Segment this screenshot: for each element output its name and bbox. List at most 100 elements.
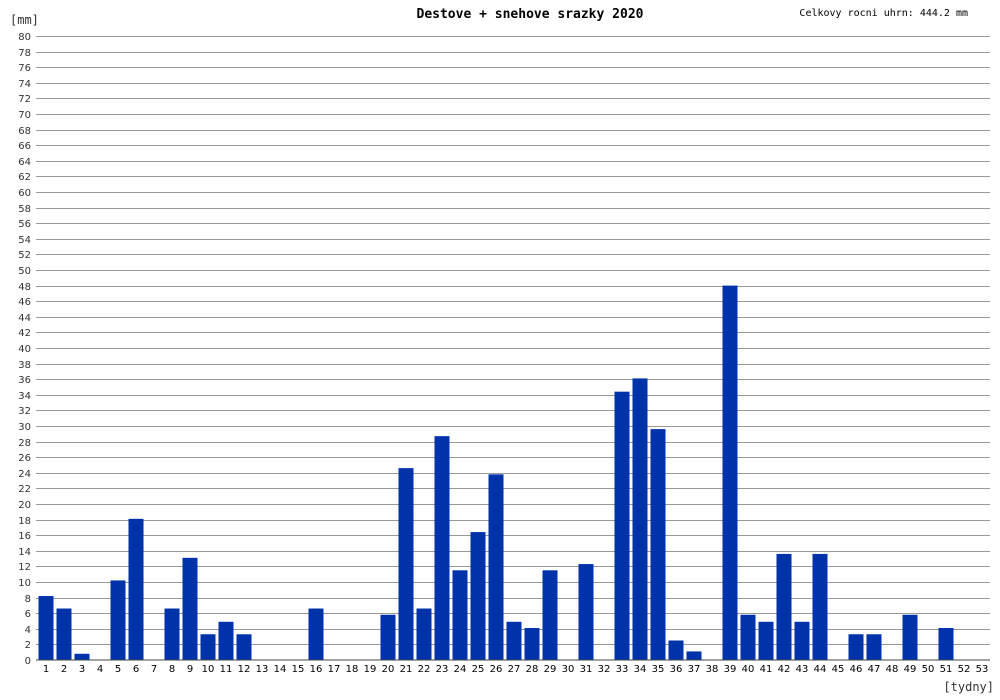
x-tick-label: 3 (79, 664, 85, 675)
x-tick-label: 15 (292, 664, 305, 675)
y-tick-label: 2 (25, 640, 31, 651)
bar-week-51 (938, 628, 954, 660)
x-tick-label: 33 (616, 664, 629, 675)
bar-week-8 (164, 608, 180, 660)
x-tick-label: 22 (418, 664, 431, 675)
y-tick-label: 22 (18, 484, 31, 495)
bar-week-35 (650, 429, 666, 660)
x-tick-label: 21 (400, 664, 413, 675)
x-tick-label: 12 (238, 664, 251, 675)
y-tick-labels: 0246810121416182022242628303234363840424… (18, 32, 31, 667)
x-tick-label: 29 (544, 664, 557, 675)
y-tick-label: 54 (18, 235, 31, 246)
bar-week-29 (542, 570, 558, 660)
precipitation-chart: 0246810121416182022242628303234363840424… (0, 0, 1000, 700)
x-tick-label: 38 (706, 664, 719, 675)
y-tick-label: 30 (18, 422, 31, 433)
x-tick-label: 4 (97, 664, 103, 675)
bar-week-44 (812, 553, 828, 660)
bar-week-43 (794, 621, 810, 660)
x-tick-label: 13 (256, 664, 269, 675)
y-tick-label: 46 (18, 297, 31, 308)
bar-week-39 (722, 285, 738, 660)
x-tick-label: 17 (328, 664, 341, 675)
bar-week-24 (452, 570, 468, 660)
y-axis-label: [mm] (10, 13, 39, 27)
x-tick-label: 31 (580, 664, 593, 675)
x-tick-label: 34 (634, 664, 647, 675)
bar-week-23 (434, 436, 450, 660)
x-tick-label: 5 (115, 664, 121, 675)
bar-week-1 (38, 596, 54, 660)
bar-week-46 (848, 634, 864, 660)
x-tick-label: 27 (508, 664, 521, 675)
y-tick-label: 62 (18, 172, 31, 183)
bar-week-33 (614, 391, 630, 660)
x-tick-label: 18 (346, 664, 359, 675)
bar-week-22 (416, 608, 432, 660)
y-tick-label: 48 (18, 282, 31, 293)
y-tick-label: 18 (18, 516, 31, 527)
y-tick-label: 50 (18, 266, 31, 277)
bar-week-26 (488, 474, 504, 660)
y-tick-label: 36 (18, 375, 31, 386)
x-tick-label: 40 (742, 664, 755, 675)
x-tick-label: 7 (151, 664, 157, 675)
y-tick-label: 72 (18, 94, 31, 105)
bar-week-12 (236, 634, 252, 660)
y-tick-label: 14 (18, 547, 31, 558)
x-tick-label: 47 (868, 664, 881, 675)
y-tick-label: 68 (18, 126, 31, 137)
y-tick-label: 26 (18, 453, 31, 464)
x-tick-label: 30 (562, 664, 575, 675)
y-tick-label: 40 (18, 344, 31, 355)
y-tick-label: 6 (25, 609, 31, 620)
y-tick-label: 42 (18, 328, 31, 339)
y-tick-label: 64 (18, 157, 31, 168)
y-tick-label: 10 (18, 578, 31, 589)
y-tick-label: 56 (18, 219, 31, 230)
bar-week-16 (308, 608, 324, 660)
bar-week-40 (740, 614, 756, 660)
bar-week-37 (686, 651, 702, 660)
bar-week-31 (578, 564, 594, 660)
y-tick-label: 24 (18, 469, 31, 480)
y-tick-label: 80 (18, 32, 31, 43)
bar-week-5 (110, 580, 126, 660)
y-tick-label: 52 (18, 250, 31, 261)
bar-week-11 (218, 621, 234, 660)
y-tick-label: 8 (25, 594, 31, 605)
x-tick-label: 45 (832, 664, 845, 675)
bar-week-21 (398, 468, 414, 660)
total-annotation: Celkovy rocni uhrn: 444.2 mm (799, 8, 968, 19)
y-tick-label: 0 (25, 656, 31, 667)
x-tick-label: 26 (490, 664, 503, 675)
bar-week-2 (56, 608, 72, 660)
bar-week-6 (128, 518, 144, 660)
x-tick-label: 6 (133, 664, 139, 675)
y-tick-label: 58 (18, 204, 31, 215)
x-tick-label: 44 (814, 664, 827, 675)
x-tick-label: 28 (526, 664, 539, 675)
x-tick-label: 14 (274, 664, 287, 675)
bar-week-25 (470, 532, 486, 660)
bar-week-47 (866, 634, 882, 660)
bar-week-3 (74, 653, 90, 660)
bar-week-36 (668, 640, 684, 660)
x-tick-label: 39 (724, 664, 737, 675)
x-tick-label: 52 (958, 664, 971, 675)
x-tick-label: 1 (43, 664, 49, 675)
x-tick-label: 16 (310, 664, 323, 675)
y-tick-label: 70 (18, 110, 31, 121)
bar-week-49 (902, 614, 918, 660)
y-tick-label: 32 (18, 406, 31, 417)
x-tick-label: 8 (169, 664, 175, 675)
bar-week-20 (380, 614, 396, 660)
x-tick-label: 53 (976, 664, 989, 675)
x-tick-label: 35 (652, 664, 665, 675)
x-tick-label: 32 (598, 664, 611, 675)
y-tick-label: 74 (18, 79, 31, 90)
chart-title: Destove + snehove srazky 2020 (417, 7, 644, 22)
y-tick-label: 20 (18, 500, 31, 511)
x-tick-label: 9 (187, 664, 193, 675)
